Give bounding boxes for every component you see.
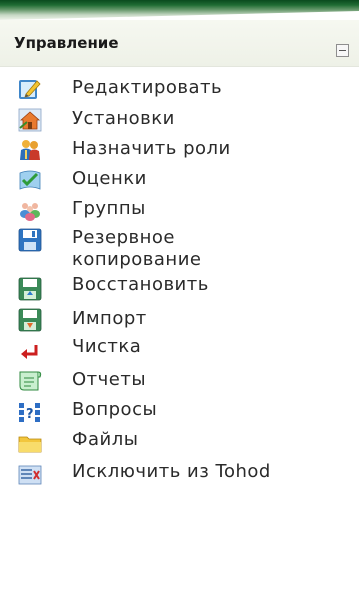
menu-item-label: Оценки [72,168,147,189]
menu-item-label: Вопросы [72,399,158,420]
menu-item-label: Восстановить [72,274,209,295]
menu-item-label: Чистка [72,336,142,357]
block-header: Управление [0,20,359,67]
menu-item-label-line1: Резервное [72,227,175,248]
menu-item-label: Отчеты [72,369,147,390]
menu-item-label-line2: копирование [72,249,202,270]
menu-item-reset[interactable]: Чистка [0,334,359,364]
menu-item-grades[interactable]: Оценки [0,164,359,194]
unenrol-icon [18,463,42,487]
import-icon [18,308,42,332]
menu-item-label: Установки [72,108,175,129]
restore-icon [18,277,42,301]
grades-icon [18,168,42,192]
groups-icon [18,198,42,222]
menu-item-restore[interactable]: Восстановить [0,274,359,304]
menu-item-import[interactable]: Импорт [0,304,359,334]
administration-block: Управление Редактировать Установки Назна… [0,0,359,609]
menu-item-backup[interactable]: Резервное копирование [0,224,359,274]
menu-item-unenrol[interactable]: Исключить из Tohod [0,454,359,487]
menu-item-label: Импорт [72,308,147,329]
menu-item-reports[interactable]: Отчеты [0,364,359,394]
menu-item-label: Редактировать [72,77,223,98]
minus-square-icon[interactable] [336,44,349,57]
settings-house-icon [18,108,42,132]
menu-item-files[interactable]: Файлы [0,424,359,454]
backup-floppy-icon [18,228,42,252]
assign-roles-icon [18,138,42,162]
menu-item-edit[interactable]: Редактировать [0,74,359,104]
edit-pencil-icon [18,77,42,101]
menu-item-assign-roles[interactable]: Назначить роли [0,134,359,164]
menu-item-label: Файлы [72,429,139,450]
menu-item-questions[interactable]: ? Вопросы [0,394,359,424]
questions-icon: ? [18,401,42,425]
svg-text:?: ? [26,407,34,422]
block-top-accent [0,0,359,20]
menu-item-label: Группы [72,198,146,219]
reset-arrow-icon [18,339,42,363]
reports-icon [18,369,42,393]
files-folder-icon [18,431,42,455]
menu-item-label: Назначить роли [72,138,231,159]
menu-item-groups[interactable]: Группы [0,194,359,224]
block-title: Управление [14,34,119,52]
menu-item-label: Исключить из Tohod [72,461,271,482]
menu-item-settings[interactable]: Установки [0,104,359,134]
